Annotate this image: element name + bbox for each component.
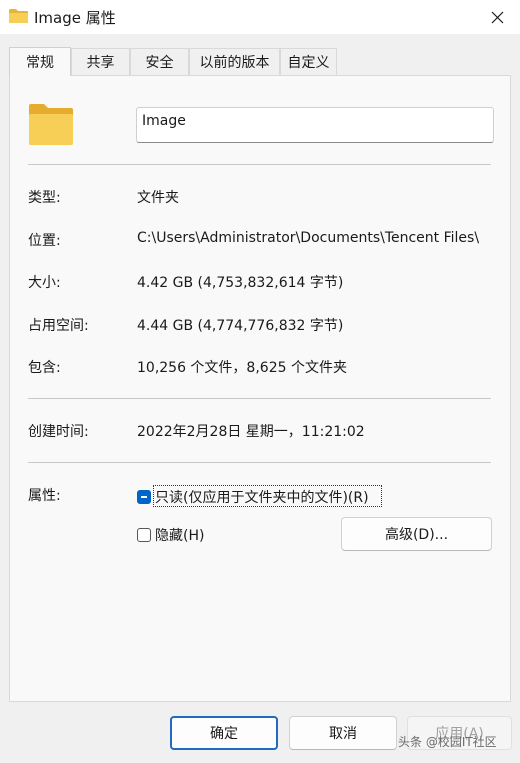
tab-customize[interactable]: 自定义 [280,48,337,75]
created-value: 2022年2月28日 星期一，11:21:02 [137,424,365,440]
contains-value: 10,256 个文件，8,625 个文件夹 [137,360,347,376]
hidden-checkbox-label[interactable]: 隐藏(H) [155,525,204,545]
close-icon [491,11,503,23]
type-value: 文件夹 [137,190,179,206]
type-label: 类型: [28,190,61,206]
created-label: 创建时间: [28,424,89,440]
size-label: 大小: [28,275,61,291]
tab-previous-versions[interactable]: 以前的版本 [189,48,280,75]
folder-icon [29,104,73,145]
tab-sharing[interactable]: 共享 [71,48,130,75]
readonly-checkbox[interactable] [137,490,151,504]
advanced-button[interactable]: 高级(D)... [341,517,492,551]
size-on-disk-label: 占用空间: [28,318,89,334]
separator [28,462,491,463]
folder-name-input[interactable] [136,107,494,143]
folder-icon [9,9,28,23]
attributes-label: 属性: [28,488,61,504]
size-on-disk-value: 4.44 GB (4,774,776,832 字节) [137,318,344,334]
size-value: 4.42 GB (4,753,832,614 字节) [137,275,344,291]
hidden-checkbox[interactable] [137,528,151,542]
tab-security[interactable]: 安全 [130,48,189,75]
general-panel: 类型: 文件夹 位置: C:\Users\Administrator\Docum… [9,75,511,702]
location-value: C:\Users\Administrator\Documents\Tencent… [137,230,480,246]
separator [28,398,491,399]
watermark: 头条 @校园IT社区 [398,735,497,749]
tab-general[interactable]: 常规 [9,47,71,76]
contains-label: 包含: [28,360,61,376]
location-label: 位置: [28,233,61,249]
cancel-button[interactable]: 取消 [289,716,397,750]
readonly-checkbox-label[interactable]: 只读(仅应用于文件夹中的文件)(R) [155,487,369,507]
close-button[interactable] [474,0,520,34]
window-title: Image 属性 [34,9,116,27]
title-bar: Image 属性 [0,0,520,34]
separator [28,164,491,165]
ok-button[interactable]: 确定 [170,716,278,750]
